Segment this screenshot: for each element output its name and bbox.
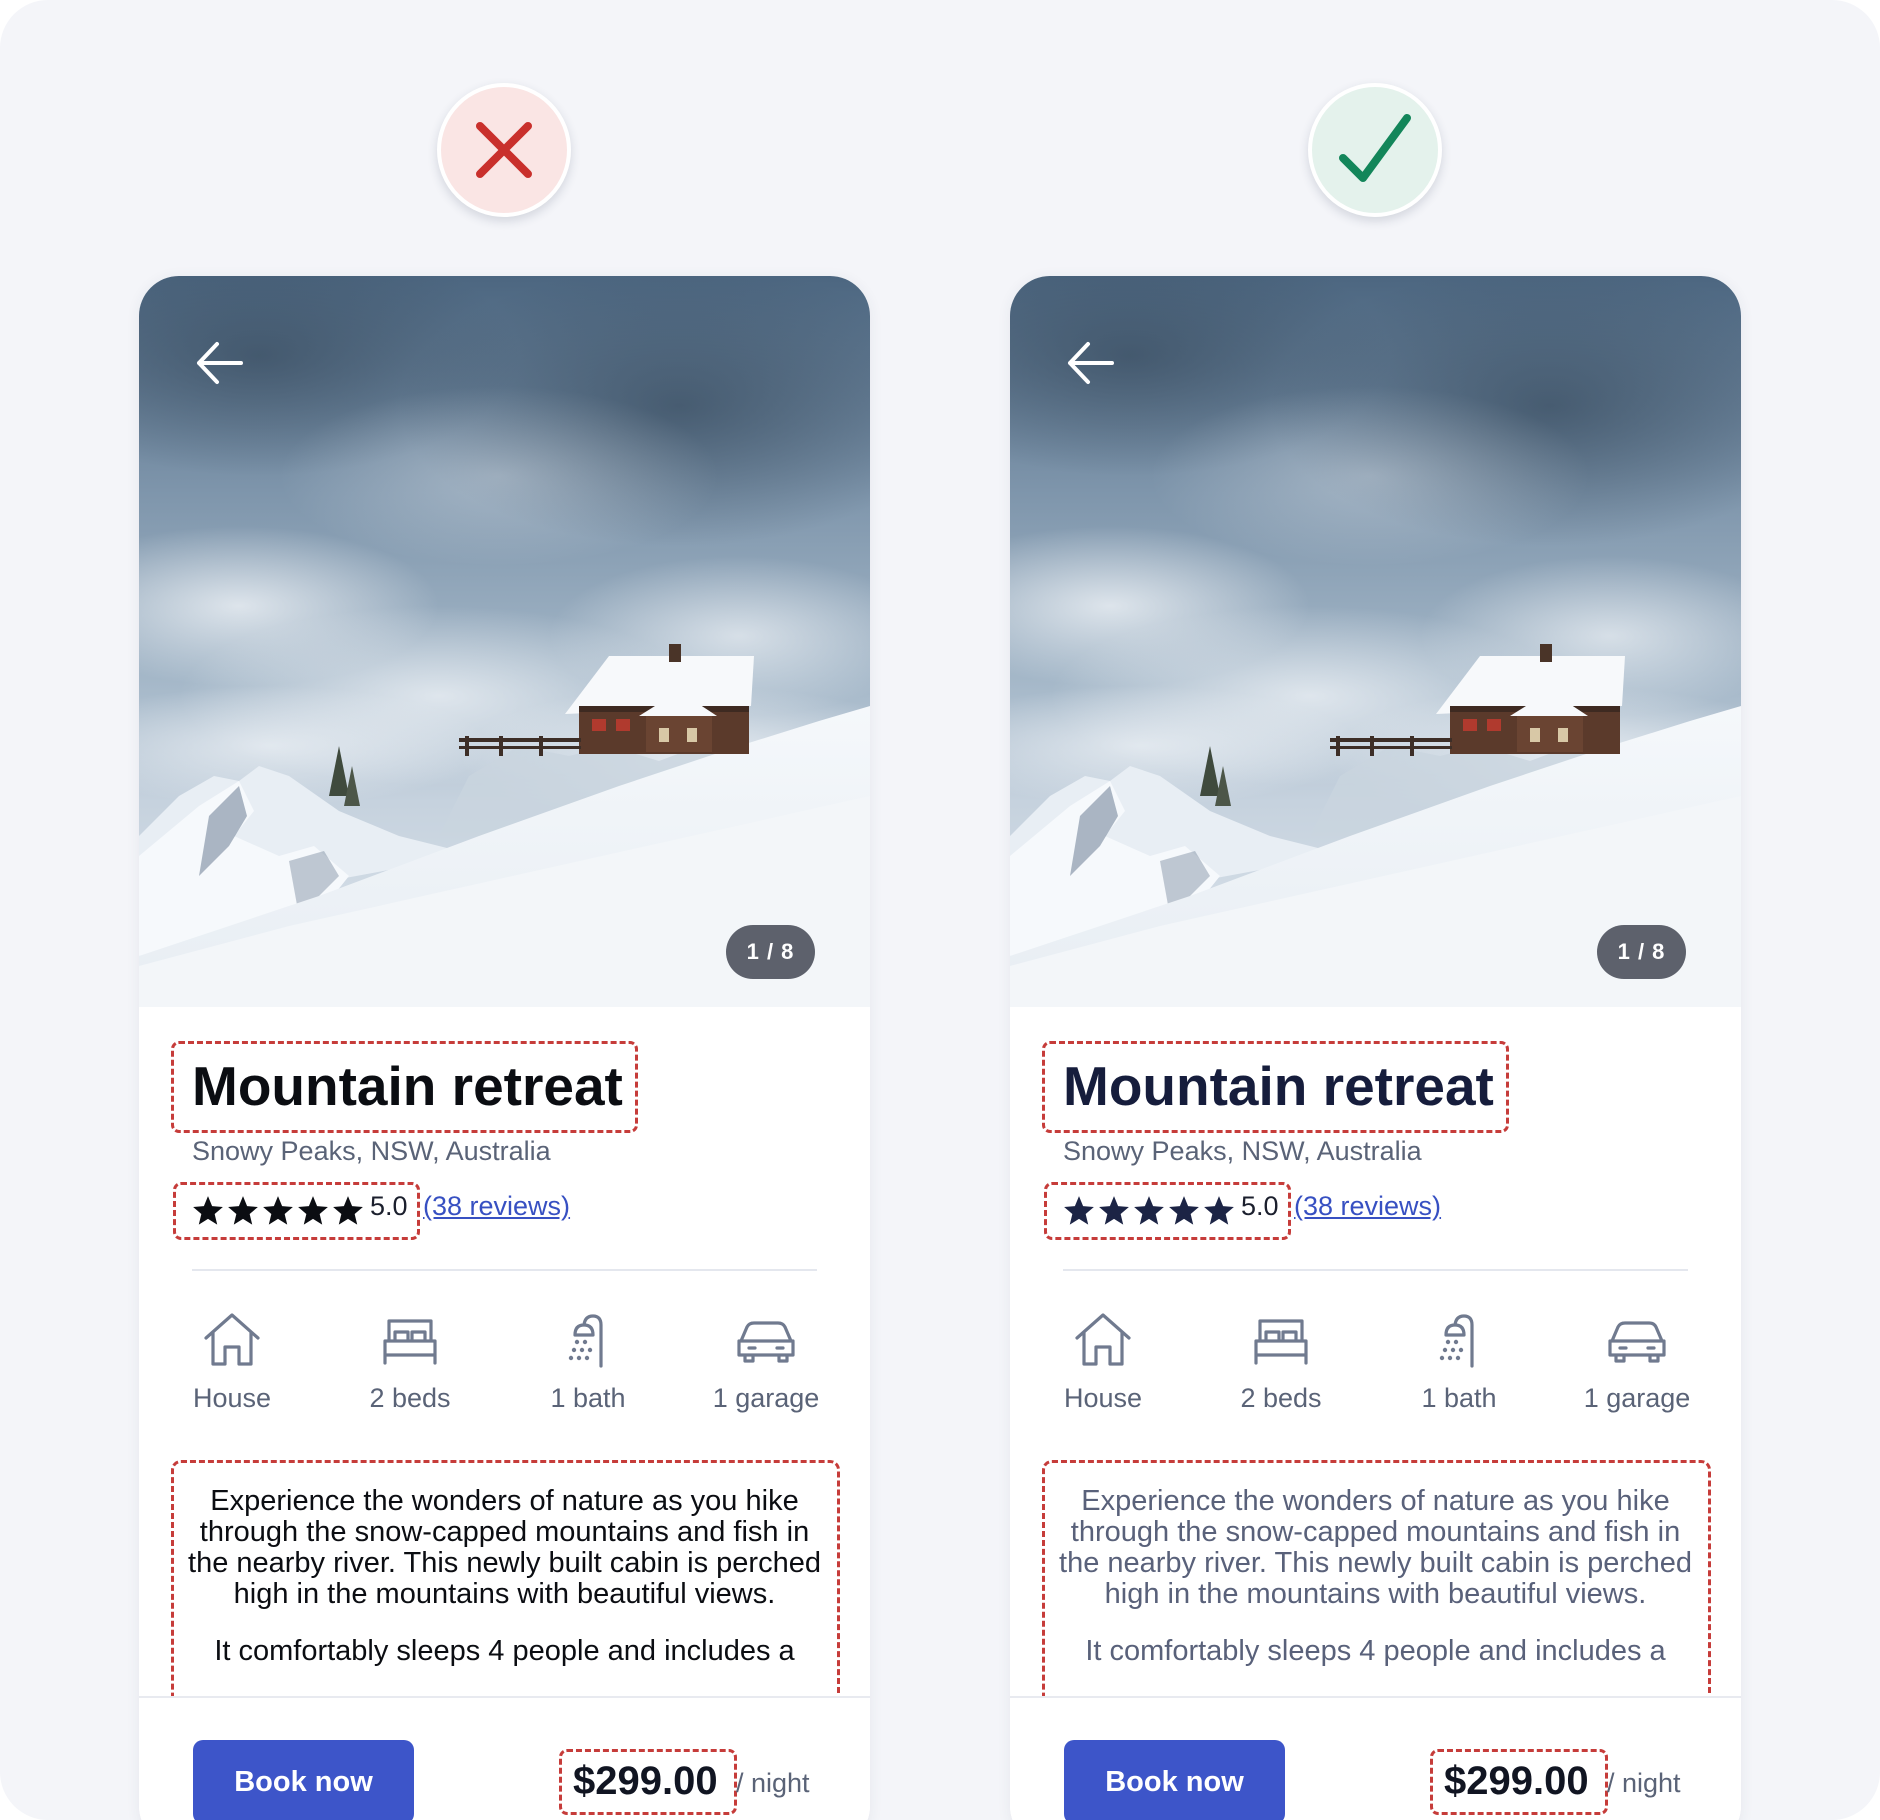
mountain-cabin-photo — [1010, 276, 1741, 1007]
book-now-button[interactable]: Book now — [1064, 1740, 1285, 1820]
car-icon — [1608, 1321, 1666, 1363]
star-icon — [263, 1196, 293, 1225]
price: $299.00 — [1444, 1759, 1589, 1803]
shower-icon — [1439, 1314, 1474, 1368]
divider — [1063, 1269, 1688, 1271]
amenity-label: 1 garage — [712, 1383, 820, 1413]
comparison-canvas: 1 / 8 Mountain retreat Snowy Peaks, NSW,… — [0, 0, 1880, 1820]
star-icon — [228, 1196, 258, 1225]
amenity-beds: 2 beds — [1201, 1311, 1361, 1414]
listing-title: Mountain retreat — [192, 1055, 623, 1117]
bed-icon — [383, 1319, 437, 1365]
photo-counter: 1 / 8 — [1597, 925, 1686, 979]
hero-photo[interactable]: 1 / 8 — [1010, 276, 1741, 1007]
listing-description: Experience the wonders of nature as you … — [185, 1486, 824, 1682]
listing-card-correct: 1 / 8 Mountain retreat Snowy Peaks, NSW,… — [1010, 276, 1741, 1820]
amenity-bath: 1 bath — [1379, 1311, 1539, 1414]
description-paragraph: It comfortably sleeps 4 people and inclu… — [1085, 1635, 1666, 1667]
amenity-beds: 2 beds — [330, 1311, 490, 1414]
bed-icon — [1254, 1319, 1308, 1365]
star-icon — [1064, 1196, 1094, 1225]
star-icon — [1204, 1196, 1234, 1225]
reviews-link[interactable]: (38 reviews) — [423, 1191, 570, 1222]
amenity-house: House — [1023, 1311, 1183, 1414]
reviews-link[interactable]: (38 reviews) — [1294, 1191, 1441, 1222]
amenity-label: 1 bath — [550, 1383, 626, 1413]
correct-badge — [1308, 83, 1442, 217]
amenity-label: 1 bath — [1421, 1383, 1497, 1413]
back-arrow-icon[interactable] — [193, 336, 247, 390]
incorrect-badge — [437, 83, 571, 217]
amenity-bath: 1 bath — [508, 1311, 668, 1414]
mountain-cabin-photo — [139, 276, 870, 1007]
price-unit: / night — [1607, 1768, 1681, 1798]
price: $299.00 — [573, 1759, 718, 1803]
star-icon — [193, 1196, 223, 1225]
amenity-label: 1 garage — [1583, 1383, 1691, 1413]
star-icon — [1134, 1196, 1164, 1225]
amenity-house: House — [152, 1311, 312, 1414]
price-unit: / night — [736, 1768, 810, 1798]
amenity-label: House — [192, 1383, 272, 1413]
star-icon — [1169, 1196, 1199, 1225]
book-now-button[interactable]: Book now — [193, 1740, 414, 1820]
amenity-garage: 1 garage — [1557, 1311, 1717, 1414]
description-paragraph: It comfortably sleeps 4 people and inclu… — [214, 1635, 795, 1667]
star-icon — [333, 1196, 363, 1225]
listing-title: Mountain retreat — [1063, 1055, 1494, 1117]
shower-icon — [568, 1314, 603, 1368]
star-icon — [1099, 1196, 1129, 1225]
description-paragraph: Experience the wonders of nature as you … — [188, 1486, 821, 1610]
star-rating — [1062, 1194, 1236, 1228]
description-paragraph: Experience the wonders of nature as you … — [1059, 1486, 1692, 1610]
amenity-label: 2 beds — [1240, 1383, 1322, 1413]
close-icon — [476, 122, 532, 178]
car-icon — [737, 1321, 795, 1363]
photo-counter: 1 / 8 — [726, 925, 815, 979]
rating-value: 5.0 — [1241, 1191, 1279, 1221]
house-icon — [204, 1313, 260, 1366]
amenity-label: 2 beds — [369, 1383, 451, 1413]
rating-value: 5.0 — [370, 1191, 408, 1221]
divider — [192, 1269, 817, 1271]
listing-location: Snowy Peaks, NSW, Australia — [1063, 1136, 1422, 1166]
listing-card-incorrect: 1 / 8 Mountain retreat Snowy Peaks, NSW,… — [139, 276, 870, 1820]
star-icon — [298, 1196, 328, 1225]
star-rating — [191, 1194, 365, 1228]
listing-location: Snowy Peaks, NSW, Australia — [192, 1136, 551, 1166]
back-arrow-icon[interactable] — [1064, 336, 1118, 390]
house-icon — [1075, 1313, 1131, 1366]
amenity-label: House — [1063, 1383, 1143, 1413]
amenity-garage: 1 garage — [686, 1311, 846, 1414]
listing-description: Experience the wonders of nature as you … — [1056, 1486, 1695, 1682]
hero-photo[interactable]: 1 / 8 — [139, 276, 870, 1007]
check-icon — [1339, 114, 1411, 182]
